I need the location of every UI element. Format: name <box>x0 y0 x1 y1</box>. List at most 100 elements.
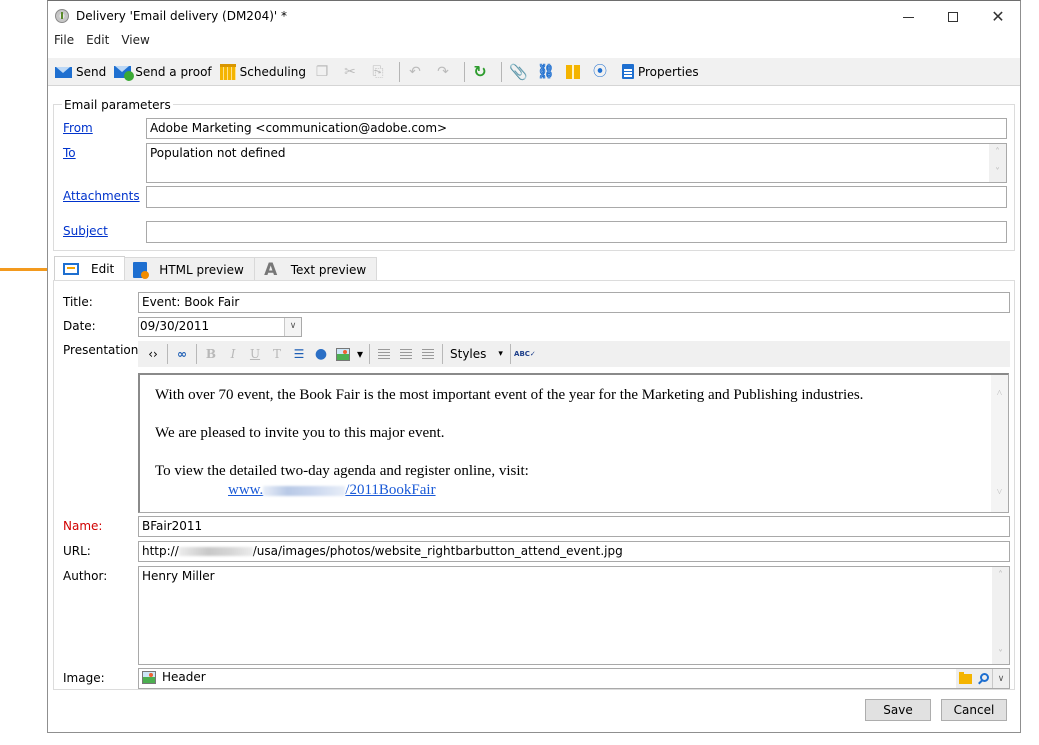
refresh-button[interactable]: ↻ <box>469 61 495 83</box>
list-button[interactable]: ☰ <box>288 343 310 365</box>
redo-button[interactable]: ↷ <box>432 61 458 83</box>
author-field[interactable]: Henry Miller ˄ ˅ <box>138 566 1010 665</box>
editor-separator <box>196 344 197 364</box>
paperclip-icon: 📎 <box>508 62 528 81</box>
from-link[interactable]: From <box>63 121 93 135</box>
editor-separator <box>369 344 370 364</box>
subject-field[interactable] <box>146 221 1007 243</box>
source-code-button[interactable]: ‹› <box>142 343 164 365</box>
send-proof-button[interactable]: Send a proof <box>111 61 214 83</box>
maximize-button[interactable] <box>930 5 976 29</box>
align-center-icon <box>400 349 412 359</box>
paste-button[interactable]: ⎘ <box>367 61 393 83</box>
date-picker[interactable]: 09/30/2011 ∨ <box>138 317 302 337</box>
find-button[interactable]: ∞ <box>171 343 193 365</box>
toolbar-separator <box>463 61 465 82</box>
date-dropdown-icon[interactable]: ∨ <box>284 318 301 336</box>
gauge-icon: ⦿ <box>592 63 607 80</box>
offer-button[interactable] <box>562 61 587 83</box>
subject-link[interactable]: Subject <box>63 224 108 238</box>
spellcheck-button[interactable]: ABC✓ <box>514 343 536 365</box>
align-left-button[interactable] <box>373 343 395 365</box>
toolbar-separator <box>500 61 502 82</box>
link-button[interactable]: ⛓ <box>534 61 560 83</box>
tab-html-preview-label: HTML preview <box>159 262 244 277</box>
link-prefix[interactable]: www. <box>228 482 263 498</box>
insert-link-button[interactable]: ● <box>310 343 332 365</box>
date-value: 09/30/2011 <box>140 319 210 333</box>
align-right-button[interactable] <box>417 343 439 365</box>
scroll-up-icon[interactable]: ˄ <box>992 569 1009 583</box>
editor-link[interactable]: www. /2011BookFair <box>228 482 436 499</box>
close-button[interactable]: ✕ <box>975 5 1021 29</box>
scroll-down-icon[interactable]: ˅ <box>991 486 1008 500</box>
copy-icon: ❐ <box>315 63 329 80</box>
undo-button[interactable]: ↶ <box>404 61 430 83</box>
editor-scrollbar[interactable]: ˄ ˅ <box>991 375 1008 512</box>
cancel-button[interactable]: Cancel <box>941 699 1007 721</box>
name-field[interactable]: BFair2011 <box>138 516 1010 537</box>
bold-button[interactable]: B <box>200 343 222 365</box>
italic-button[interactable]: I <box>222 343 244 365</box>
paste-icon: ⎘ <box>372 63 384 80</box>
link-suffix[interactable]: /2011BookFair <box>345 482 435 498</box>
minimize-button[interactable] <box>885 5 931 29</box>
to-value: Population not defined <box>150 146 286 160</box>
menu-file[interactable]: File <box>54 33 80 51</box>
email-parameters-legend: Email parameters <box>62 98 173 112</box>
binoculars-icon: ∞ <box>177 347 187 361</box>
close-icon: ✕ <box>991 7 1005 26</box>
title-value: Event: Book Fair <box>142 295 240 309</box>
tab-edit[interactable]: Edit <box>54 256 126 281</box>
app-icon <box>55 9 69 23</box>
gauge-button[interactable]: ⦿ <box>589 61 615 83</box>
url-field[interactable]: http:// /usa/images/photos/website_rightb… <box>138 541 1010 562</box>
save-button[interactable]: Save <box>865 699 931 721</box>
properties-button[interactable]: Properties <box>617 61 702 83</box>
menu-edit[interactable]: Edit <box>86 33 115 51</box>
from-field[interactable]: Adobe Marketing <communication@adobe.com… <box>146 118 1007 139</box>
attachments-field[interactable] <box>146 186 1007 208</box>
clear-format-button[interactable]: T <box>266 343 288 365</box>
title-field[interactable]: Event: Book Fair <box>138 292 1010 313</box>
send-proof-label: Send a proof <box>135 64 212 79</box>
align-center-button[interactable] <box>395 343 417 365</box>
image-value: Header <box>162 670 206 684</box>
to-scrollbar[interactable]: ˄ ˅ <box>989 144 1006 182</box>
gift-icon <box>565 64 580 79</box>
scheduling-button[interactable]: Scheduling <box>217 61 309 83</box>
scroll-up-icon[interactable]: ˄ <box>989 146 1006 160</box>
name-label: Name: <box>63 519 103 533</box>
arrow-shaft <box>0 268 54 271</box>
main-toolbar: Send Send a proof Scheduling ❐ ✂ ⎘ ↶ ↷ ↻… <box>48 58 1020 86</box>
insert-image-button[interactable] <box>332 343 354 365</box>
scroll-up-icon[interactable]: ˄ <box>991 387 1008 401</box>
italic-icon: I <box>230 347 236 361</box>
send-button[interactable]: Send <box>52 61 109 83</box>
scroll-down-icon[interactable]: ˅ <box>992 648 1009 662</box>
calendar-icon <box>219 63 236 80</box>
image-dropdown-button[interactable]: ∨ <box>992 669 1009 688</box>
underline-button[interactable]: U <box>244 343 266 365</box>
envelope-check-icon <box>114 65 135 81</box>
cut-button[interactable]: ✂ <box>339 61 365 83</box>
to-link[interactable]: To <box>63 146 76 160</box>
image-field[interactable]: Header ∨ <box>138 668 1010 689</box>
scroll-down-icon[interactable]: ˅ <box>989 166 1006 180</box>
browse-folder-button[interactable] <box>956 670 974 688</box>
attach-button[interactable]: 📎 <box>506 61 532 83</box>
to-field[interactable]: Population not defined ˄ ˅ <box>146 143 1007 183</box>
author-scrollbar[interactable]: ˄ ˅ <box>992 567 1009 664</box>
tab-text-preview[interactable]: A Text preview <box>253 257 378 281</box>
styles-dropdown[interactable]: Styles ▾ <box>446 347 507 361</box>
presentation-editor[interactable]: With over 70 event, the Book Fair is the… <box>138 373 1009 513</box>
search-button[interactable] <box>974 670 992 688</box>
name-value: BFair2011 <box>142 519 203 533</box>
tab-html-preview[interactable]: HTML preview <box>124 257 255 281</box>
copy-button[interactable]: ❐ <box>311 61 337 83</box>
menu-view[interactable]: View <box>121 33 155 51</box>
attachments-link[interactable]: Attachments <box>63 189 140 203</box>
insert-image-dropdown[interactable]: ▾ <box>354 343 366 365</box>
content-tabs: Edit HTML preview A Text preview <box>54 256 378 281</box>
caret-down-icon: ▾ <box>356 347 364 361</box>
